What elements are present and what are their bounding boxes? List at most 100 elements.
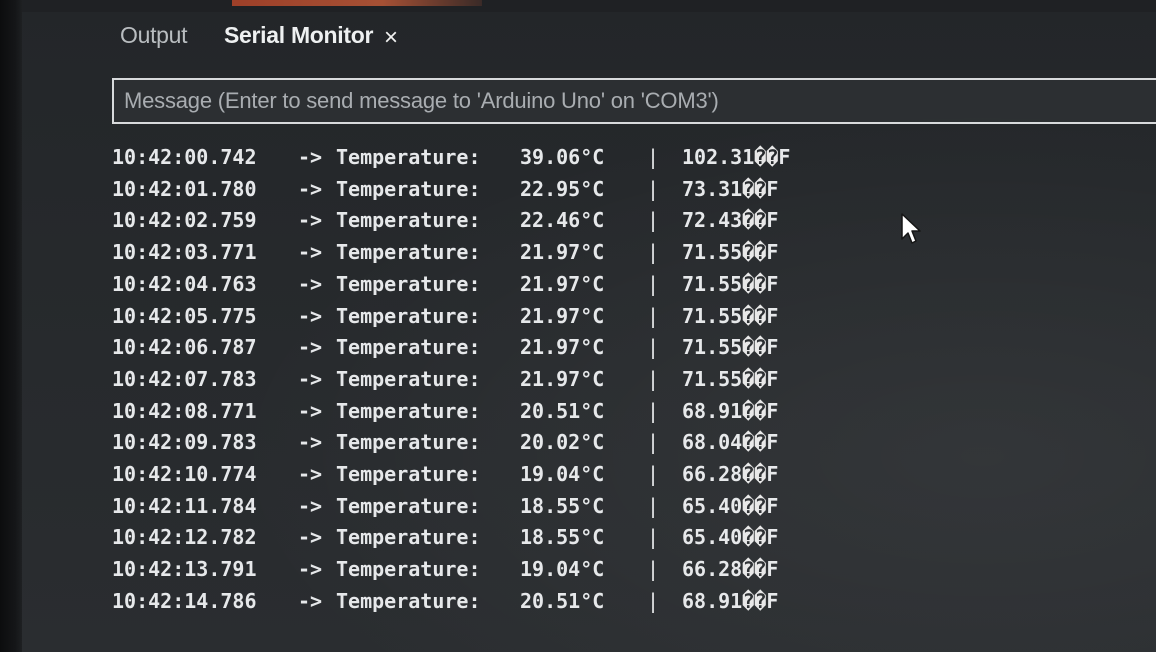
log-fahrenheit-value: 72.43��F [682, 205, 778, 235]
log-label: Temperature: [336, 493, 481, 518]
fahrenheit-number: 65.40 [682, 493, 743, 518]
log-fahrenheit-value: 65.40��F [682, 491, 778, 521]
log-fahrenheit-value: 66.28��F [682, 459, 778, 489]
log-separator: | [647, 493, 660, 518]
log-celsius-value: 21.97°C [520, 335, 605, 360]
log-separator: | [647, 398, 660, 423]
log-label: Temperature: [336, 335, 481, 360]
log-timestamp: 10:42:11.784 [112, 493, 257, 518]
tab-output[interactable]: Output [120, 22, 188, 49]
log-arrow: -> [298, 303, 323, 328]
log-label: Temperature: [336, 398, 481, 423]
log-fahrenheit-value: 68.91��F [682, 586, 778, 616]
invalid-glyphs: �� [742, 271, 767, 296]
log-celsius-value: 20.51°C [520, 398, 605, 423]
fahrenheit-number: 73.31 [682, 176, 743, 201]
invalid-glyphs: �� [754, 145, 779, 169]
serial-output-log: 10:42:00.742 -> Temperature: 39.06°C | 102.31… [112, 142, 1156, 642]
log-celsius-value: 39.06°C [520, 145, 605, 169]
fahrenheit-number: 66.28 [682, 462, 743, 486]
log-label: Temperature: [336, 145, 481, 169]
invalid-glyphs: �� [742, 176, 767, 201]
invalid-glyphs: �� [742, 366, 767, 391]
log-celsius-value: 21.97°C [520, 366, 605, 391]
log-separator: | [647, 525, 660, 550]
log-separator: | [647, 430, 660, 455]
log-fahrenheit-value: 65.40��F [682, 522, 778, 552]
log-fahrenheit-value: 71.55��F [682, 364, 778, 394]
log-timestamp: 10:42:04.763 [112, 271, 257, 296]
fahrenheit-number: 68.04 [682, 430, 743, 455]
log-celsius-value: 21.97°C [520, 303, 605, 328]
log-arrow: -> [298, 588, 323, 613]
log-label: Temperature: [336, 366, 481, 391]
fahrenheit-number: 68.91 [682, 588, 743, 613]
log-arrow: -> [298, 525, 323, 550]
fahrenheit-unit: F [766, 271, 779, 296]
log-celsius-value: 18.55°C [520, 525, 605, 550]
cut-off-header [22, 0, 1156, 12]
fahrenheit-unit: F [766, 588, 779, 613]
log-celsius-value: 22.46°C [520, 208, 605, 233]
log-timestamp: 10:42:01.780 [112, 176, 257, 201]
log-arrow: -> [298, 176, 323, 201]
invalid-glyphs: �� [742, 398, 767, 423]
fahrenheit-number: 68.91 [682, 398, 743, 423]
log-timestamp: 10:42:05.775 [112, 303, 257, 328]
panel-tab-bar: Output Serial Monitor × [22, 12, 1156, 68]
log-timestamp: 10:42:06.787 [112, 335, 257, 360]
log-arrow: -> [298, 493, 323, 518]
log-arrow: -> [298, 240, 323, 265]
close-icon[interactable]: × [384, 26, 398, 50]
fahrenheit-number: 71.55 [682, 366, 743, 391]
fahrenheit-number: 71.55 [682, 303, 743, 328]
fahrenheit-unit: F [766, 462, 779, 486]
fahrenheit-number: 72.43 [682, 208, 743, 233]
log-arrow: -> [298, 398, 323, 423]
log-timestamp: 10:42:07.783 [112, 366, 257, 391]
log-label: Temperature: [336, 588, 481, 613]
log-celsius-value: 21.97°C [520, 271, 605, 296]
invalid-glyphs: �� [742, 525, 767, 550]
log-celsius-value: 22.95°C [520, 176, 605, 201]
fahrenheit-unit: F [766, 208, 779, 233]
message-input[interactable] [112, 78, 1156, 124]
invalid-glyphs: �� [742, 557, 767, 582]
log-separator: | [647, 208, 660, 233]
log-separator: | [647, 240, 660, 265]
log-arrow: -> [298, 430, 323, 455]
mouse-pointer-icon [901, 213, 921, 244]
active-tab-marker [232, 0, 482, 6]
log-separator: | [647, 557, 660, 582]
log-separator: | [647, 176, 660, 201]
invalid-glyphs: �� [742, 588, 767, 613]
log-timestamp: 10:42:08.771 [112, 398, 257, 423]
log-label: Temperature: [336, 208, 481, 233]
fahrenheit-number: 65.40 [682, 525, 743, 550]
log-label: Temperature: [336, 271, 481, 296]
monitor-bezel [0, 0, 22, 652]
log-label: Temperature: [336, 303, 481, 328]
log-arrow: -> [298, 557, 323, 582]
log-fahrenheit-value: 71.55��F [682, 332, 778, 362]
log-label: Temperature: [336, 557, 481, 582]
tab-serial-monitor[interactable]: Serial Monitor [224, 22, 373, 49]
log-timestamp: 10:42:10.774 [112, 462, 257, 486]
log-arrow: -> [298, 335, 323, 360]
serial-monitor-screen: Output Serial Monitor × 10:42:00.742 -> Te… [0, 0, 1156, 652]
log-label: Temperature: [336, 240, 481, 265]
log-arrow: -> [298, 271, 323, 296]
log-separator: | [647, 145, 660, 169]
log-fahrenheit-value: 71.55��F [682, 269, 778, 299]
fahrenheit-unit: F [766, 176, 779, 201]
log-timestamp: 10:42:03.771 [112, 240, 257, 265]
invalid-glyphs: �� [742, 462, 767, 486]
log-separator: | [647, 462, 660, 486]
log-label: Temperature: [336, 430, 481, 455]
log-fahrenheit-value: 102.31��F [682, 142, 790, 172]
log-separator: | [647, 303, 660, 328]
log-celsius-value: 20.02°C [520, 430, 605, 455]
fahrenheit-unit: F [766, 240, 779, 265]
invalid-glyphs: �� [742, 493, 767, 518]
fahrenheit-number: 102.31 [682, 145, 755, 169]
